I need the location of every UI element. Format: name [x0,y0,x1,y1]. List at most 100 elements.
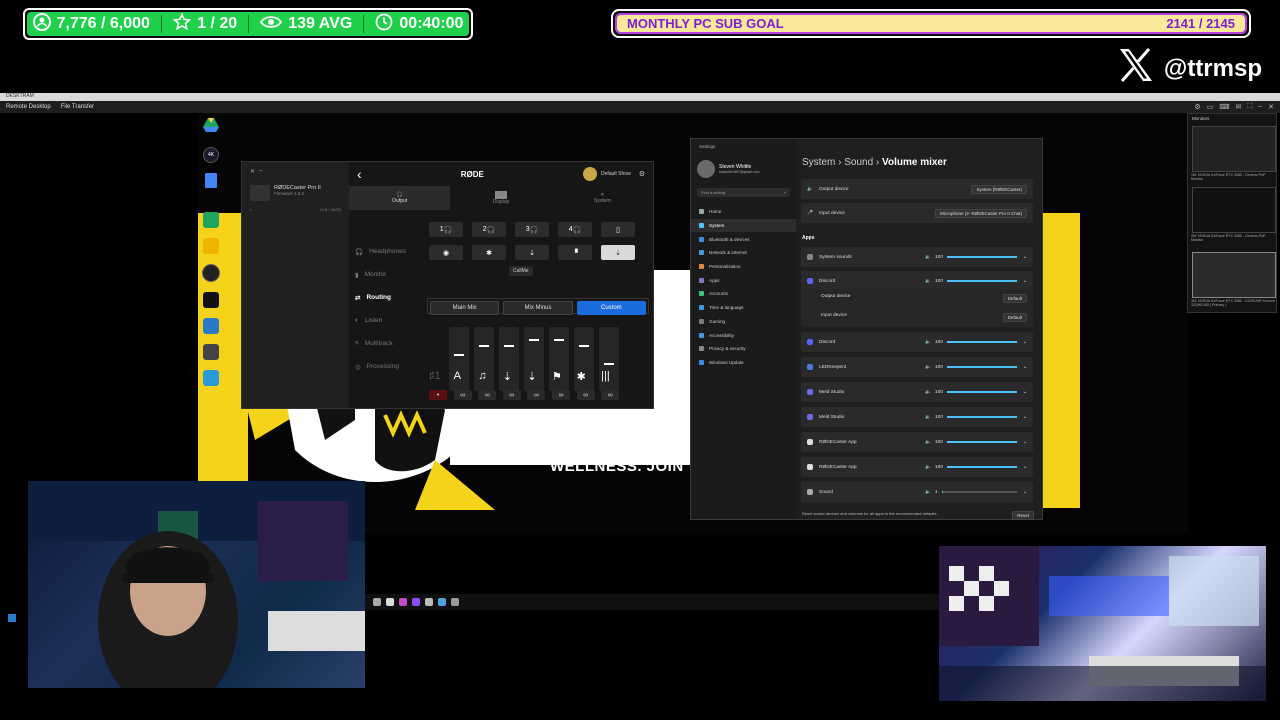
nav-routing[interactable]: ⇄ Routing [355,286,406,309]
volume-slider[interactable] [946,280,1017,282]
google-drive-icon[interactable] [203,118,219,137]
chevron-down-icon[interactable]: ⌄ [1023,279,1027,284]
settings-icon[interactable]: ⚙ [1194,103,1200,111]
close-icon[interactable]: ✕ [250,168,255,175]
device-card[interactable]: RØDECaster Pro II Firmware 1.5.0 [242,181,349,205]
volume-slider[interactable] [941,491,1017,493]
taskbar-app-icon[interactable] [399,598,407,606]
fader-knob[interactable] [554,339,564,341]
start-icon[interactable] [373,598,381,606]
chevron-down-icon[interactable]: ⌄ [1023,465,1027,470]
mute-indicator[interactable]: • [429,390,447,400]
output-1-chip[interactable]: 1 🎧 [429,222,463,237]
settings-nav-privacy-security[interactable]: Privacy & security [691,342,796,356]
link-icon[interactable]: ∞ [478,390,497,400]
fader-knob[interactable] [579,345,589,347]
speaker-icon[interactable]: 🔈 [925,279,931,284]
volume-slider[interactable] [946,366,1017,368]
speaker-icon[interactable]: 🔈 [925,255,931,260]
folder-icon[interactable] [203,238,219,254]
volume-slider[interactable] [946,466,1017,468]
tab-system[interactable]: ✕ System [552,186,653,210]
bluetooth-chip[interactable]: ✱ [472,245,506,260]
reset-button[interactable]: Reset [1012,511,1034,520]
windows-start-icon[interactable] [8,614,16,622]
menu-icon[interactable]: – [259,168,262,175]
taskbar-app-icon[interactable] [451,598,459,606]
taskbar-app-icon[interactable] [412,598,420,606]
settings-nav-personalization[interactable]: Personalization [691,260,796,274]
settings-nav-accessibility[interactable]: Accessibility [691,328,796,342]
speaker-icon[interactable]: 🔈 [925,440,931,445]
keyboard-icon[interactable]: ⌨ [1219,103,1229,111]
link-icon[interactable]: ∞ [502,390,521,400]
fader-knob[interactable] [504,345,514,347]
chevron-down-icon[interactable]: ⌄ [1023,255,1027,260]
display-icon[interactable]: ▭ [1207,103,1214,111]
input-device-select[interactable]: Microphone (2- RØDECaster Pro II Chat) [934,208,1027,218]
output-3-chip[interactable]: 3 🎧 [515,222,549,237]
usb-chat-chip[interactable]: ⇣ [601,245,635,260]
volume-slider[interactable] [946,441,1017,443]
volume-slider[interactable] [946,256,1017,258]
monitor-1-thumbnail[interactable] [1192,126,1276,172]
monitor-2-thumbnail[interactable] [1192,187,1276,233]
show-avatar[interactable] [582,167,597,181]
chat-icon[interactable]: ✉ [1235,103,1241,111]
tab-remote-desktop[interactable]: Remote Desktop [6,104,51,110]
settings-nav-system[interactable]: System [691,218,796,233]
speaker-icon[interactable]: 🔈 [925,365,931,370]
main-mix-button[interactable]: Main Mix [430,301,500,315]
tab-file-transfer[interactable]: File Transfer [61,104,94,110]
output-2-chip[interactable]: 2 🎧 [472,222,506,237]
settings-nav-windows-update[interactable]: Windows Update [691,356,796,370]
tab-display[interactable]: Display [450,186,551,210]
gear-icon[interactable]: ⚙ [639,170,645,178]
chevron-down-icon[interactable]: ⌄ [1023,390,1027,395]
settings-nav-home[interactable]: Home [691,205,796,219]
taskbar-app-icon[interactable] [386,598,394,606]
speaker-icon[interactable]: 🔈 [925,340,931,345]
tab-output[interactable]: 🎧 Output [349,186,451,210]
app-shortcut-icon[interactable] [202,264,220,282]
nav-processing[interactable]: ◎ Processing [355,355,406,378]
volume-slider[interactable] [946,391,1017,393]
nav-monitor[interactable]: ▮ Monitor [355,263,406,286]
settings-nav-time-language[interactable]: Time & language [691,301,796,315]
nav-listen[interactable]: ◐ Listen [355,309,406,332]
speaker-icon[interactable]: 🔈 [925,490,931,495]
speaker-icon[interactable]: 🔈 [925,390,931,395]
chevron-down-icon[interactable]: ⌄ [1023,440,1027,445]
link-icon[interactable]: ∞ [601,390,620,400]
settings-nav-apps[interactable]: Apps [691,273,796,287]
settings-nav-accounts[interactable]: Accounts [691,287,796,301]
fader-knob[interactable] [529,339,539,341]
taskbar-app-icon[interactable] [438,598,446,606]
close-icon[interactable]: ✕ [1268,103,1274,111]
output-4-chip[interactable]: 4 🎧 [558,222,592,237]
mix-minus-button[interactable]: Mix Minus [503,301,573,315]
nav-headphones[interactable]: 🎧 Headphones [355,240,406,263]
chevron-down-icon[interactable]: ⌄ [1023,340,1027,345]
chevron-down-icon[interactable]: ⌄ [1023,365,1027,370]
elgato-4k-capture-icon[interactable]: 4K [203,147,219,163]
callme-chip[interactable]: CallMe [509,266,533,276]
link-icon[interactable]: ∞ [453,390,472,400]
record-chip[interactable]: ◉ [429,245,463,260]
taskbar-app-icon[interactable] [425,598,433,606]
fader-knob[interactable] [604,363,614,365]
search-input[interactable]: Find a setting ⌕ [697,188,790,197]
fader-knob[interactable] [479,345,489,347]
minimize-icon[interactable]: – [1258,103,1262,111]
google-docs-icon[interactable] [205,173,217,188]
app-shortcut-icon[interactable] [203,370,219,386]
output-device-select[interactable]: System (RØDECaster) [971,184,1027,194]
usb-chip[interactable]: ⇣ [515,245,549,260]
settings-nav-network-internet[interactable]: Network & internet [691,246,796,260]
link-icon[interactable]: ∞ [551,390,570,400]
fader-knob[interactable] [454,354,464,356]
settings-nav-bluetooth-devices[interactable]: Bluetooth & devices [691,232,796,246]
speaker-icon[interactable]: 🔈 [925,415,931,420]
monitor-3-thumbnail[interactable] [1192,252,1276,298]
volume-slider[interactable] [946,341,1017,343]
